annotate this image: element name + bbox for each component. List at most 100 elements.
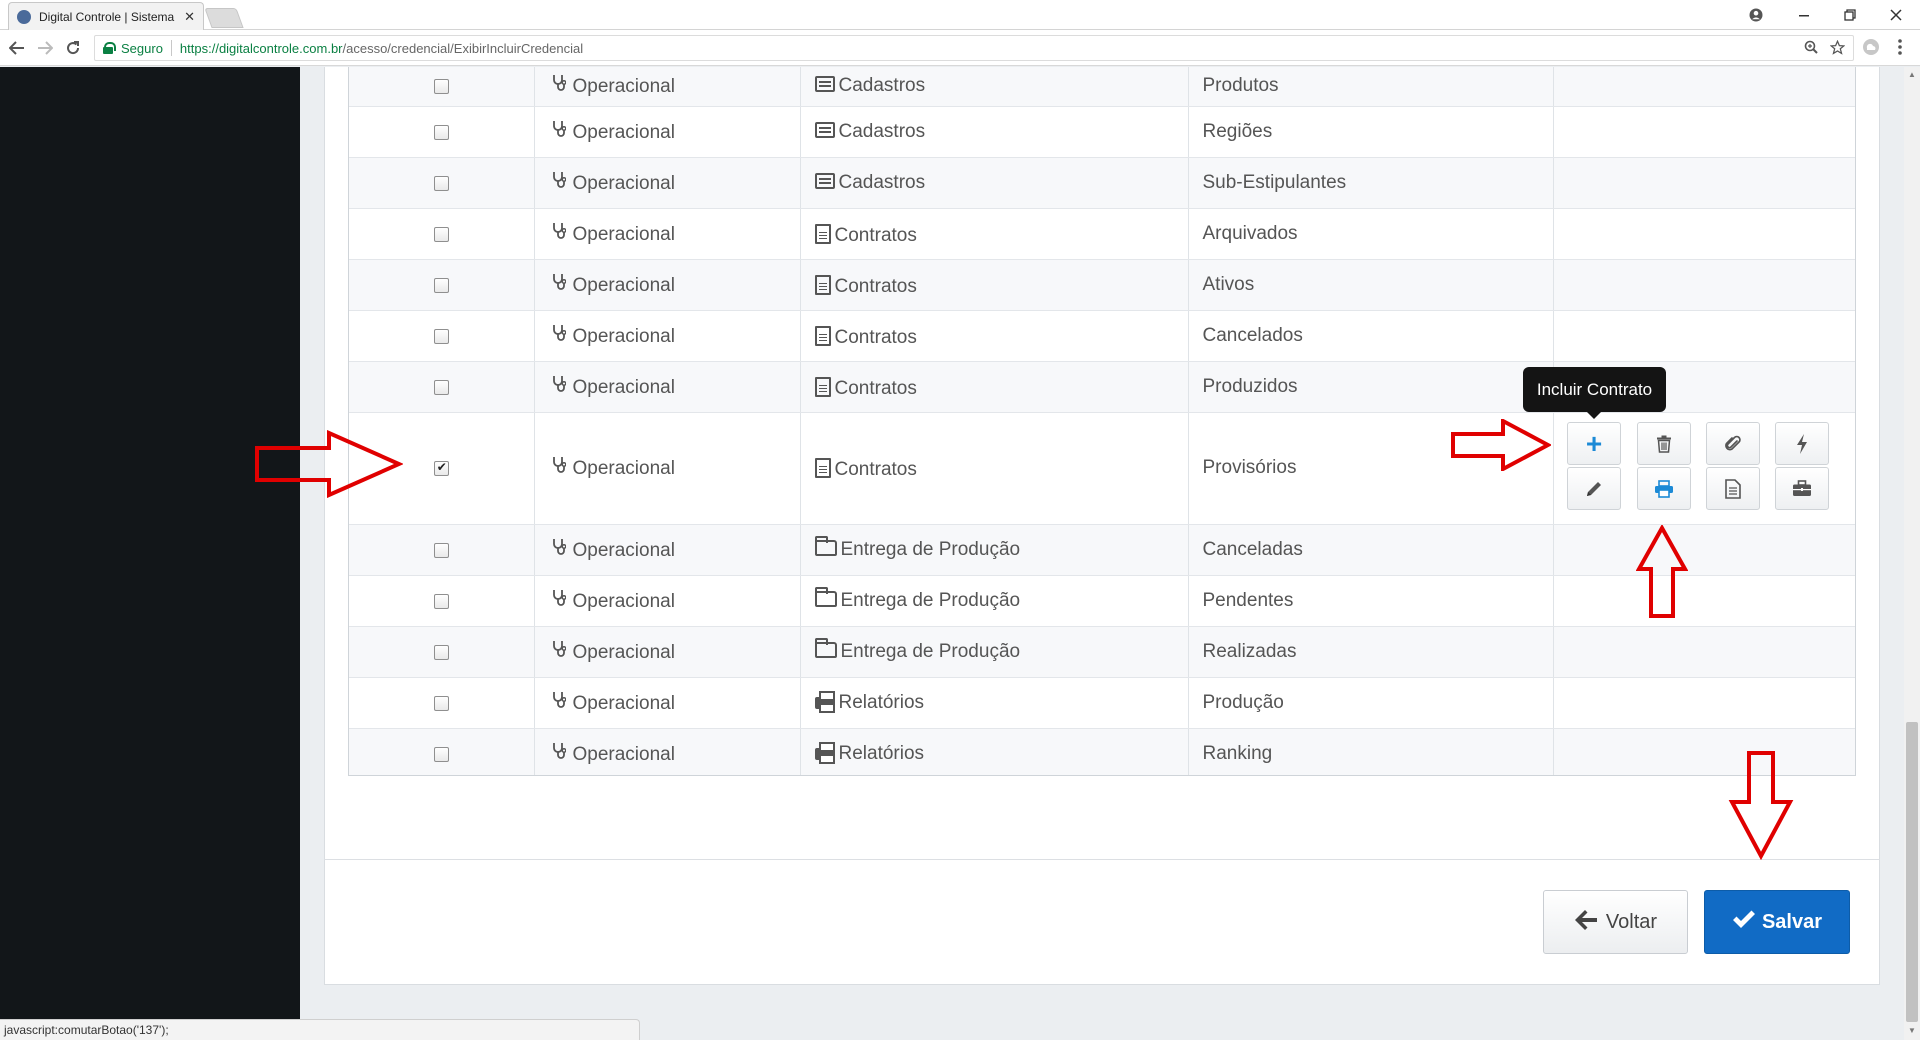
folder-icon [814,637,837,658]
forward-arrow-icon[interactable] [34,38,56,58]
item-label: Pendentes [1202,589,1294,611]
menu-cell: Contratos [800,361,1189,413]
restore-icon[interactable] [1827,0,1873,30]
back-arrow-icon[interactable] [6,38,28,58]
item-cell: Realizadas [1188,626,1554,678]
item-cell: Arquivados [1188,208,1554,260]
row-checkbox[interactable] [433,226,449,242]
module-label: Operacional [572,223,675,245]
scrollbar-thumb[interactable] [1906,722,1918,1022]
briefcase-button[interactable] [1775,467,1829,510]
actions-cell [1553,157,1855,209]
row-checkbox[interactable] [433,79,449,95]
item-cell: Produção [1188,677,1554,729]
document-button[interactable] [1706,467,1760,510]
item-label: Produzidos [1202,375,1298,397]
item-cell: Pendentes [1188,575,1554,627]
module-cell: Operacional [534,677,801,729]
table-row: Operacional Entrega de Produção Realizadas [349,626,1855,678]
bolt-icon [1797,433,1807,454]
print-icon [814,690,835,713]
close-window-icon[interactable] [1873,0,1919,30]
table-row: Operacional Relatórios Produção [349,677,1855,729]
stethoscope-icon [549,691,569,714]
menu-label: Contratos [834,326,917,348]
delete-button[interactable] [1637,422,1691,465]
profile-icon[interactable] [1733,0,1779,30]
row-checkbox[interactable] [433,695,449,711]
print-icon [814,741,835,764]
attach-button[interactable] [1706,422,1760,465]
row-checkbox[interactable] [433,460,449,476]
save-button[interactable]: Salvar [1704,890,1850,954]
browser-tab-bar: Digital Controle | Sistema ✕ [0,0,1920,30]
action-button[interactable] [1775,422,1829,465]
scroll-down-icon[interactable]: ▼ [1906,1026,1918,1035]
reload-icon[interactable] [62,38,84,58]
browser-tab[interactable]: Digital Controle | Sistema ✕ [8,2,204,30]
actions-cell [1553,208,1855,260]
item-cell: Provisórios [1188,412,1554,525]
row-checkbox[interactable] [433,328,449,344]
module-cell: Operacional [534,157,801,209]
tab-close-icon[interactable]: ✕ [184,9,195,25]
module-label: Operacional [572,325,675,347]
menu-label: Contratos [834,224,917,246]
status-bar: javascript:comutarBotao('137'); [0,1019,640,1040]
tooltip: Incluir Contrato [1523,367,1666,419]
row-checkbox[interactable] [433,379,449,395]
row-checkbox[interactable] [433,746,449,762]
actions-cell [1553,575,1855,627]
item-label: Ranking [1202,742,1273,764]
menu-label: Cadastros [838,171,926,193]
actions-cell [1553,728,1855,775]
new-tab-button[interactable] [204,8,244,28]
row-checkbox[interactable] [433,593,449,609]
item-label: Provisórios [1202,457,1297,478]
print-button[interactable] [1637,467,1691,510]
module-cell: Operacional [534,106,801,158]
scroll-up-icon[interactable]: ▲ [1906,70,1918,79]
module-cell: Operacional [534,524,801,576]
menu-label: Contratos [834,459,917,480]
back-button[interactable]: Voltar [1543,890,1688,954]
row-checkbox-cell [349,524,535,576]
menu-label: Entrega de Produção [840,589,1021,611]
menu-label: Relatórios [838,691,925,713]
stethoscope-icon [549,456,569,479]
row-checkbox[interactable] [433,277,449,293]
row-checkbox[interactable] [433,175,449,191]
menu-dots-icon[interactable] [1897,38,1903,61]
bookmark-star-icon[interactable] [1829,39,1846,58]
plus-icon: + [1585,427,1603,459]
address-bar: Seguro https://digitalcontrole.com.br/ac… [0,30,1920,66]
menu-cell: Entrega de Produção [800,626,1189,678]
add-contract-button[interactable]: + [1567,422,1621,465]
url-bar[interactable]: Seguro https://digitalcontrole.com.br/ac… [94,35,1854,61]
lock-icon [103,42,116,54]
stethoscope-icon [549,589,569,612]
menu-cell: Relatórios [800,677,1189,729]
zoom-icon[interactable] [1804,40,1818,58]
row-checkbox[interactable] [433,124,449,140]
edit-button[interactable] [1567,467,1621,510]
table-row: Operacional Cadastros Regiões [349,106,1855,158]
paperclip-icon [1725,435,1741,450]
file-icon [814,274,831,295]
row-checkbox[interactable] [433,644,449,660]
row-checkbox-cell [349,677,535,729]
minimize-icon[interactable] [1781,0,1827,30]
table-row: Operacional Entrega de Produção Canceladas [349,524,1855,576]
item-cell: Ranking [1188,728,1554,775]
item-cell: Sub-Estipulantes [1188,157,1554,209]
row-checkbox[interactable] [433,542,449,558]
module-label: Operacional [572,376,675,398]
module-cell: Operacional [534,208,801,260]
menu-cell: Contratos [800,412,1189,525]
module-cell: Operacional [534,626,801,678]
table-row: Operacional Relatórios Ranking [349,728,1855,775]
row-checkbox-cell [349,728,535,775]
stethoscope-icon [549,640,569,663]
extension-icon[interactable] [1862,38,1880,61]
folder-icon [814,535,837,556]
